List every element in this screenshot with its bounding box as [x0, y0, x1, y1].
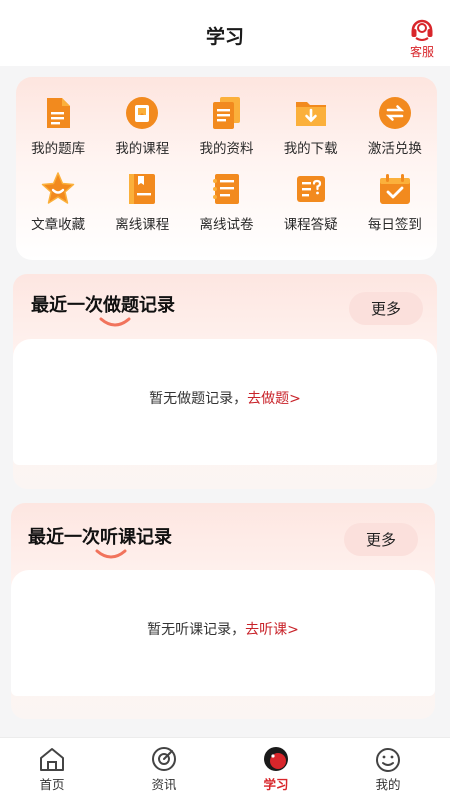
quick-access-card: 我的题库 我的课程 我的资料 我的下载 激活兑换 文章收藏 离线课程 离线试卷 …	[16, 77, 437, 260]
tab-study[interactable]: 学习	[246, 746, 306, 793]
grid-item-label: 课程答疑	[283, 217, 338, 233]
tab-label: 首页	[39, 777, 65, 792]
practice-record-card: 最近一次做题记录 更多 暂无做题记录，去做题>	[13, 274, 437, 489]
grid-item-download[interactable]: 我的下载	[269, 95, 353, 161]
download-folder-icon	[295, 102, 326, 126]
star-icon	[41, 172, 75, 204]
headset-icon	[411, 19, 433, 41]
materials-icon	[213, 97, 241, 129]
tab-news[interactable]: 资讯	[134, 746, 194, 793]
practice-record-body: 暂无做题记录，去做题>	[13, 339, 437, 465]
practice-empty-message: 暂无做题记录，去做题>	[13, 388, 437, 408]
grid-item-label: 我的下载	[283, 141, 338, 157]
exchange-icon	[378, 97, 411, 129]
course-icon	[126, 97, 159, 129]
listen-empty-text: 暂无听课记录，	[147, 622, 246, 638]
quick-access-grid: 我的题库 我的课程 我的资料 我的下载 激活兑换 文章收藏 离线课程 离线试卷 …	[16, 95, 437, 237]
tab-profile[interactable]: 我的	[358, 746, 418, 793]
customer-service-label: 客服	[409, 45, 434, 59]
question-bank-icon	[47, 98, 71, 128]
question-answer-icon	[296, 176, 325, 202]
listen-record-body: 暂无听课记录，去听课>	[11, 570, 435, 696]
tab-label: 学习	[263, 777, 289, 792]
grid-item-article-favorites[interactable]: 文章收藏	[16, 171, 100, 237]
profile-icon	[376, 748, 400, 772]
home-icon	[40, 748, 64, 771]
grid-item-label: 我的资料	[199, 141, 254, 157]
tab-label: 资讯	[151, 777, 177, 792]
grid-item-label: 离线试卷	[199, 217, 254, 233]
listen-more-button[interactable]: 更多	[344, 523, 418, 556]
bottom-tab-bar: 首页 资讯 学习 我的	[0, 737, 450, 800]
grid-item-question-bank[interactable]: 我的题库	[16, 95, 100, 161]
grid-item-offline-course[interactable]: 离线课程	[100, 171, 184, 237]
tab-home[interactable]: 首页	[22, 746, 82, 793]
top-header: 学习 客服	[0, 0, 450, 66]
title-swoosh-decoration	[99, 317, 131, 327]
study-icon	[264, 747, 288, 771]
customer-service-button[interactable]: 客服	[404, 16, 440, 60]
listen-record-title: 最近一次听课记录	[28, 527, 172, 548]
grid-item-daily-checkin[interactable]: 每日签到	[353, 171, 437, 237]
page-title: 学习	[205, 26, 244, 48]
grid-item-offline-paper[interactable]: 离线试卷	[184, 171, 268, 237]
grid-item-label: 激活兑换	[367, 141, 422, 157]
practice-more-button[interactable]: 更多	[349, 292, 423, 325]
grid-item-label: 我的题库	[31, 141, 86, 157]
go-listen-link[interactable]: 去听课>	[245, 622, 299, 638]
grid-item-course[interactable]: 我的课程	[100, 95, 184, 161]
listen-empty-message: 暂无听课记录，去听课>	[11, 619, 435, 639]
grid-item-label: 文章收藏	[31, 217, 86, 233]
listen-record-card: 最近一次听课记录 更多 暂无听课记录，去听课>	[11, 503, 435, 719]
go-practice-link[interactable]: 去做题>	[247, 391, 301, 407]
grid-item-exchange[interactable]: 激活兑换	[353, 95, 437, 161]
grid-item-materials[interactable]: 我的资料	[184, 95, 268, 161]
offline-paper-icon	[213, 174, 240, 204]
news-icon	[152, 747, 176, 771]
title-swoosh-decoration	[95, 549, 127, 559]
tab-label: 我的	[375, 777, 401, 792]
grid-item-label: 我的课程	[115, 141, 170, 157]
practice-record-title: 最近一次做题记录	[31, 295, 175, 316]
practice-empty-text: 暂无做题记录，	[149, 391, 248, 407]
grid-item-course-qa[interactable]: 课程答疑	[269, 171, 353, 237]
grid-item-label: 每日签到	[367, 217, 422, 233]
calendar-check-icon	[379, 174, 410, 204]
offline-course-icon	[129, 174, 156, 204]
grid-item-label: 离线课程	[115, 217, 170, 233]
